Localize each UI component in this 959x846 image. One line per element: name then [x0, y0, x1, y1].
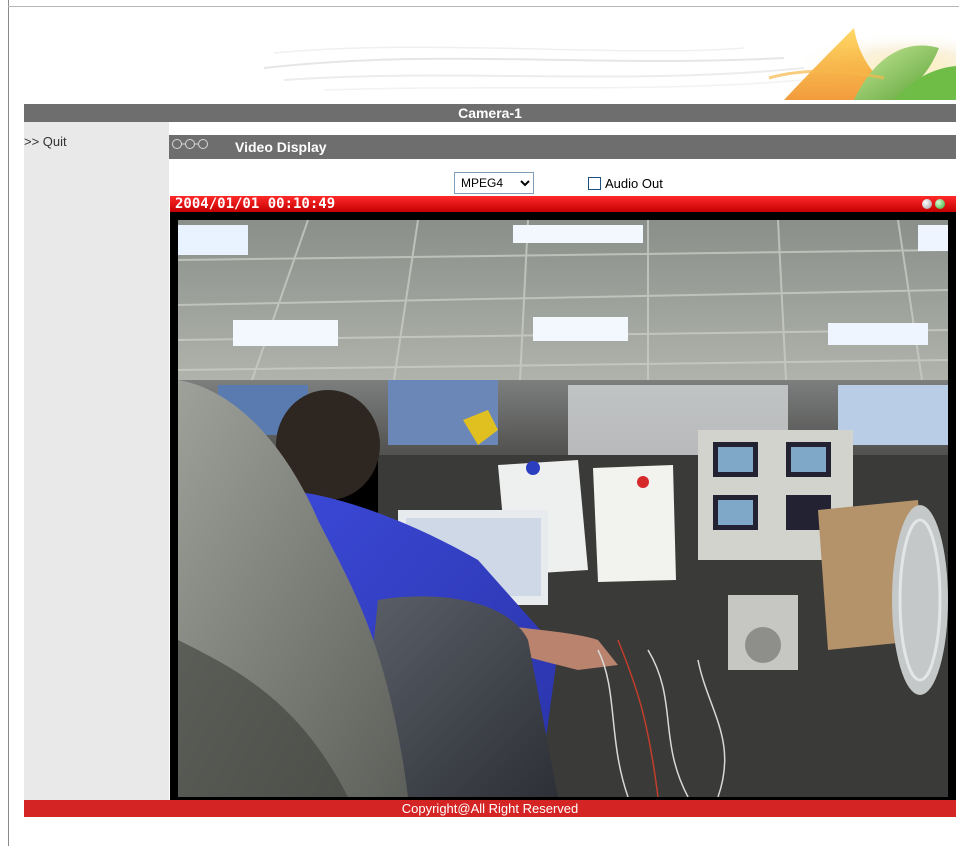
chain-links-icon — [172, 139, 208, 149]
video-frame — [170, 212, 956, 800]
audio-out-checkbox[interactable] — [588, 177, 601, 190]
camera-title-bar: Camera-1 — [24, 104, 956, 122]
sidebar: >> Quit — [24, 122, 169, 800]
section-header: Video Display — [169, 135, 956, 159]
section-title: Video Display — [235, 139, 327, 155]
banner-graphic — [24, 8, 956, 104]
minimize-button-icon[interactable] — [922, 199, 932, 209]
footer-bar: Copyright@All Right Reserved — [24, 800, 956, 817]
audio-out-control[interactable]: Audio Out — [588, 176, 663, 191]
audio-out-label: Audio Out — [605, 176, 663, 191]
quit-link[interactable]: >> Quit — [24, 134, 67, 149]
video-status-bar: 2004/01/01 00:10:49 — [170, 196, 956, 212]
copyright-text: Copyright@All Right Reserved — [401, 801, 579, 816]
maximize-button-icon[interactable] — [935, 199, 945, 209]
live-video-feed[interactable] — [178, 220, 948, 797]
codec-select[interactable]: MPEG4 — [454, 172, 534, 194]
video-scene — [178, 220, 948, 797]
left-frame-border — [8, 0, 9, 846]
top-frame-border — [8, 6, 959, 7]
video-timestamp: 2004/01/01 00:10:49 — [175, 196, 336, 212]
header-banner — [24, 8, 956, 104]
camera-title: Camera-1 — [458, 105, 522, 121]
